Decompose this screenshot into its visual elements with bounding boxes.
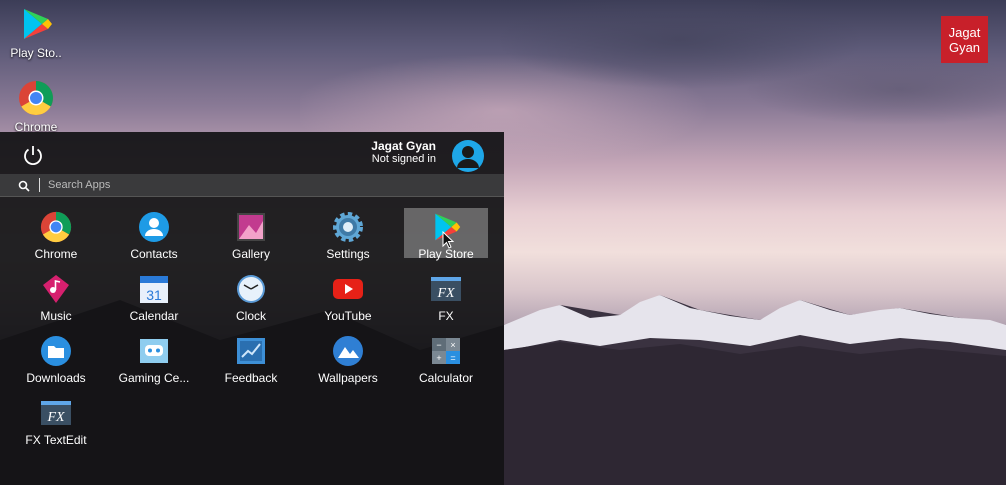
gaming-center-icon — [137, 335, 171, 367]
music-icon — [39, 273, 73, 305]
app-label: Calculator — [418, 371, 474, 385]
app-label: Contacts — [130, 247, 178, 261]
brand-logo: Jagat Gyan — [941, 16, 988, 63]
youtube-icon — [331, 273, 365, 305]
launcher-header: Jagat Gyan Not signed in — [0, 132, 504, 174]
fx-textedit-icon: FX — [39, 397, 73, 429]
app-label: Chrome — [34, 247, 78, 261]
calendar-icon: 31 — [137, 273, 171, 305]
gallery-icon — [234, 211, 268, 243]
svg-text:+: + — [436, 353, 441, 363]
fx-badge: FX — [436, 286, 455, 301]
app-feedback[interactable]: Feedback — [209, 332, 293, 385]
power-icon[interactable] — [20, 142, 46, 168]
app-label: FX TextEdit — [25, 433, 87, 447]
mouse-cursor-icon — [442, 230, 456, 249]
account-avatar-icon[interactable] — [452, 140, 484, 172]
search-icon — [18, 179, 30, 192]
svg-text:=: = — [450, 353, 455, 363]
app-youtube[interactable]: YouTube — [306, 270, 390, 323]
app-settings[interactable]: Settings — [306, 208, 390, 261]
downloads-icon — [39, 335, 73, 367]
app-label: Calendar — [129, 309, 179, 323]
contacts-icon — [137, 211, 171, 243]
app-downloads[interactable]: Downloads — [14, 332, 98, 385]
app-fx[interactable]: FX FX — [404, 270, 488, 323]
app-label: Music — [40, 309, 72, 323]
app-label: YouTube — [324, 309, 372, 323]
play-store-icon — [18, 6, 54, 42]
fx-icon: FX — [429, 273, 463, 305]
app-contacts[interactable]: Contacts — [112, 208, 196, 261]
wallpapers-icon — [331, 335, 365, 367]
user-name: Jagat Gyan — [371, 139, 436, 153]
calendar-badge: 31 — [146, 287, 162, 303]
brand-line2: Gyan — [948, 39, 981, 55]
app-label: Wallpapers — [318, 371, 378, 385]
svg-text:−: − — [436, 340, 441, 350]
chrome-icon — [39, 211, 73, 243]
calculator-icon: × + = − — [429, 335, 463, 367]
app-chrome[interactable]: Chrome — [14, 208, 98, 261]
brand-line1: Jagat — [948, 24, 981, 40]
search-input[interactable] — [44, 176, 472, 194]
app-label: FX — [438, 309, 454, 323]
app-calculator[interactable]: × + = − Calculator — [404, 332, 488, 385]
app-label: Gaming Ce... — [118, 371, 190, 385]
chrome-icon — [18, 80, 54, 116]
app-gallery[interactable]: Gallery — [209, 208, 293, 261]
app-label: Feedback — [224, 371, 278, 385]
app-launcher: Jagat Gyan Not signed in Search Apps Chr… — [0, 132, 504, 485]
text-caret — [39, 178, 40, 192]
app-music[interactable]: Music — [14, 270, 98, 323]
app-fx-textedit[interactable]: FX FX TextEdit — [14, 394, 98, 447]
feedback-icon — [234, 335, 268, 367]
app-label: Play Store — [418, 247, 474, 261]
desktop-icon-chrome[interactable]: Chrome — [6, 80, 66, 134]
app-gaming-center[interactable]: Gaming Ce... — [112, 332, 196, 385]
desktop-icon-label: Play Sto.. — [10, 46, 62, 60]
settings-icon — [331, 211, 365, 243]
desktop-icon-play-store[interactable]: Play Sto.. — [6, 6, 66, 60]
app-label: Settings — [326, 247, 370, 261]
app-clock[interactable]: Clock — [209, 270, 293, 323]
app-label: Downloads — [26, 371, 86, 385]
svg-text:×: × — [450, 340, 455, 350]
app-label: Gallery — [231, 247, 270, 261]
app-wallpapers[interactable]: Wallpapers — [306, 332, 390, 385]
app-label: Clock — [235, 309, 266, 323]
clock-icon — [234, 273, 268, 305]
user-status: Not signed in — [371, 153, 436, 165]
app-calendar[interactable]: 31 Calendar — [112, 270, 196, 323]
fx-textedit-badge: FX — [46, 410, 65, 425]
search-bar — [0, 174, 504, 197]
